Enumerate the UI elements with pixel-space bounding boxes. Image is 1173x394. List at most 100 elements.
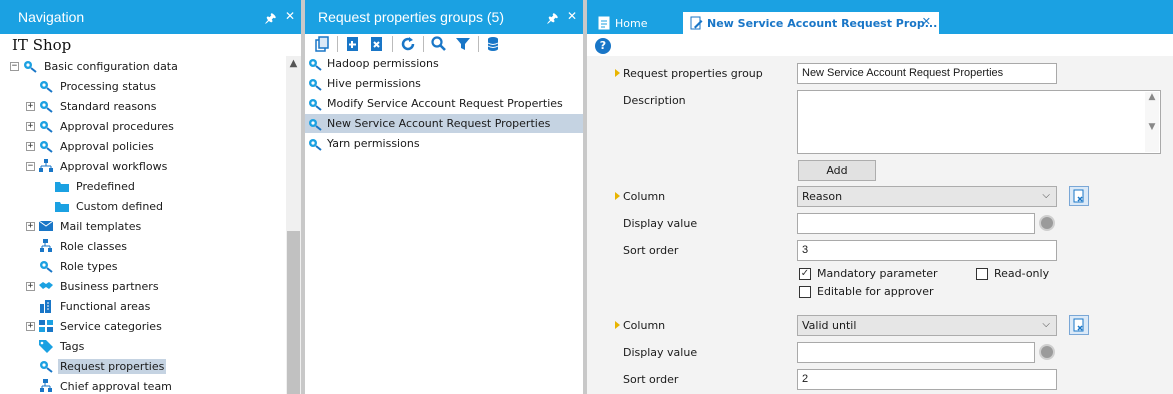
scroll-up-icon[interactable]: ▲ <box>286 58 301 69</box>
tree-item-label: Mail templates <box>60 219 142 233</box>
description-scrollbar[interactable]: ▲ ▼ <box>1145 92 1159 152</box>
sort-order-field[interactable]: 2 <box>797 369 1057 390</box>
gear-connector-icon <box>38 119 54 133</box>
collapse-icon[interactable]: − <box>10 61 19 71</box>
tree-item[interactable]: Tags <box>26 336 86 356</box>
editable-for-approver-checkbox[interactable] <box>799 286 811 298</box>
tree-item[interactable]: Role classes <box>26 236 129 256</box>
display-value-label: Display value <box>623 346 698 359</box>
chevron-down-icon: ⌵ <box>1042 190 1050 201</box>
tree-item[interactable]: − Basic configuration data <box>10 56 180 76</box>
tree-item[interactable]: + Approval policies <box>26 136 156 156</box>
list-item-label: Hive permissions <box>327 77 421 90</box>
column-select[interactable]: Reason ⌵ <box>797 186 1057 207</box>
groups-header: Request properties groups (5) 🖈 ✕ <box>305 0 583 34</box>
tree-item[interactable]: + Standard reasons <box>26 96 159 116</box>
display-value-field[interactable] <box>797 213 1035 234</box>
tree-item-label: Chief approval team <box>60 379 172 393</box>
collapse-icon[interactable]: − <box>26 161 35 171</box>
gear-connector-icon <box>307 77 323 91</box>
tree-item[interactable]: Role types <box>26 256 120 276</box>
display-value-field[interactable] <box>797 342 1035 363</box>
list-item-label: Modify Service Account Request Propertie… <box>327 97 563 110</box>
navigation-scrollbar[interactable]: ▲ <box>286 56 301 394</box>
expand-icon[interactable]: + <box>26 141 35 151</box>
toolbar-separator <box>337 36 338 52</box>
tree-item-label: Service categories <box>60 319 162 333</box>
help-icon[interactable]: ? <box>595 38 611 54</box>
close-tab-icon[interactable]: ✕ <box>922 15 931 28</box>
gear-connector-icon <box>38 139 54 153</box>
tree-item[interactable]: Functional areas <box>26 296 152 316</box>
tree-item-label: Role classes <box>60 239 128 253</box>
list-item[interactable]: New Service Account Request Properties <box>305 114 583 133</box>
delete-icon[interactable] <box>368 35 386 53</box>
add-button[interactable]: Add <box>798 160 876 181</box>
mandatory-marker <box>615 321 620 329</box>
tab-active-document[interactable]: New Service Account Request Prop... ✕ <box>683 12 939 34</box>
copy-icon[interactable] <box>313 35 331 53</box>
tree-item-label: Role types <box>60 259 118 273</box>
chevron-down-icon: ⌵ <box>1042 319 1050 330</box>
close-icon[interactable]: ✕ <box>285 9 295 23</box>
navigation-header: Navigation 🖈 ✕ <box>0 0 301 34</box>
sort-order-label: Sort order <box>623 244 679 257</box>
pin-icon[interactable]: 🖈 <box>265 9 276 30</box>
tree-item[interactable]: + Business partners <box>26 276 161 296</box>
expand-icon[interactable]: + <box>26 101 35 111</box>
new-item-icon[interactable] <box>344 35 362 53</box>
list-item[interactable]: Hadoop permissions <box>305 54 583 73</box>
toolbar-separator <box>423 36 424 52</box>
tree-item[interactable]: Predefined <box>42 176 137 196</box>
list-item[interactable]: Yarn permissions <box>305 134 583 153</box>
handshake-icon <box>38 279 54 293</box>
gear-connector-icon <box>22 59 38 73</box>
navigation-title: Navigation <box>18 9 85 25</box>
tree-item[interactable]: Custom defined <box>42 196 165 216</box>
tree-item[interactable]: + Mail templates <box>26 216 143 236</box>
tree-item[interactable]: − Approval workflows <box>26 156 169 176</box>
search-icon[interactable] <box>430 35 448 53</box>
gear-connector-icon <box>307 117 323 131</box>
tree-item-label: Approval policies <box>60 139 154 153</box>
editable-for-approver-label: Editable for approver <box>817 285 934 298</box>
mandatory-parameter-checkbox[interactable]: ✓ <box>799 268 811 280</box>
translate-globe-icon[interactable] <box>1039 344 1055 360</box>
tree-item-label: Predefined <box>76 179 135 193</box>
gear-connector-icon <box>38 259 54 273</box>
groups-pane: Request properties groups (5) 🖈 ✕ Hadoop… <box>305 0 583 394</box>
translate-globe-icon[interactable] <box>1039 215 1055 231</box>
expand-icon[interactable]: + <box>26 121 35 131</box>
tree-item[interactable]: Processing status <box>26 76 158 96</box>
database-icon[interactable] <box>485 35 503 53</box>
list-item[interactable]: Hive permissions <box>305 74 583 93</box>
toolbar-separator <box>478 36 479 52</box>
list-item[interactable]: Modify Service Account Request Propertie… <box>305 94 583 113</box>
group-name-field[interactable]: New Service Account Request Properties <box>797 63 1057 84</box>
remove-column-button[interactable] <box>1069 315 1089 335</box>
gear-connector-icon <box>38 79 54 93</box>
expand-icon[interactable]: + <box>26 321 35 331</box>
refresh-icon[interactable] <box>399 35 417 53</box>
pin-icon[interactable]: 🖈 <box>547 9 558 30</box>
close-icon[interactable]: ✕ <box>567 9 577 23</box>
scroll-thumb[interactable] <box>287 231 300 394</box>
tab-home[interactable]: Home <box>597 12 647 34</box>
filter-icon[interactable] <box>454 35 472 53</box>
remove-column-button[interactable] <box>1069 186 1089 206</box>
sort-order-field[interactable]: 3 <box>797 240 1057 261</box>
column-label: Column <box>623 190 666 203</box>
tree-item[interactable]: Request properties <box>26 356 167 376</box>
expand-icon[interactable]: + <box>26 221 35 231</box>
description-field[interactable]: ▲ ▼ <box>797 90 1161 154</box>
tree-item[interactable]: + Approval procedures <box>26 116 176 136</box>
tree-item[interactable]: Chief approval team <box>26 376 174 394</box>
navigation-pane: Navigation 🖈 ✕ IT Shop − Basic configurat… <box>0 0 301 394</box>
expand-icon[interactable]: + <box>26 281 35 291</box>
tree-item[interactable]: + Service categories <box>26 316 164 336</box>
column-select[interactable]: Valid until ⌵ <box>797 315 1057 336</box>
read-only-checkbox[interactable] <box>976 268 988 280</box>
